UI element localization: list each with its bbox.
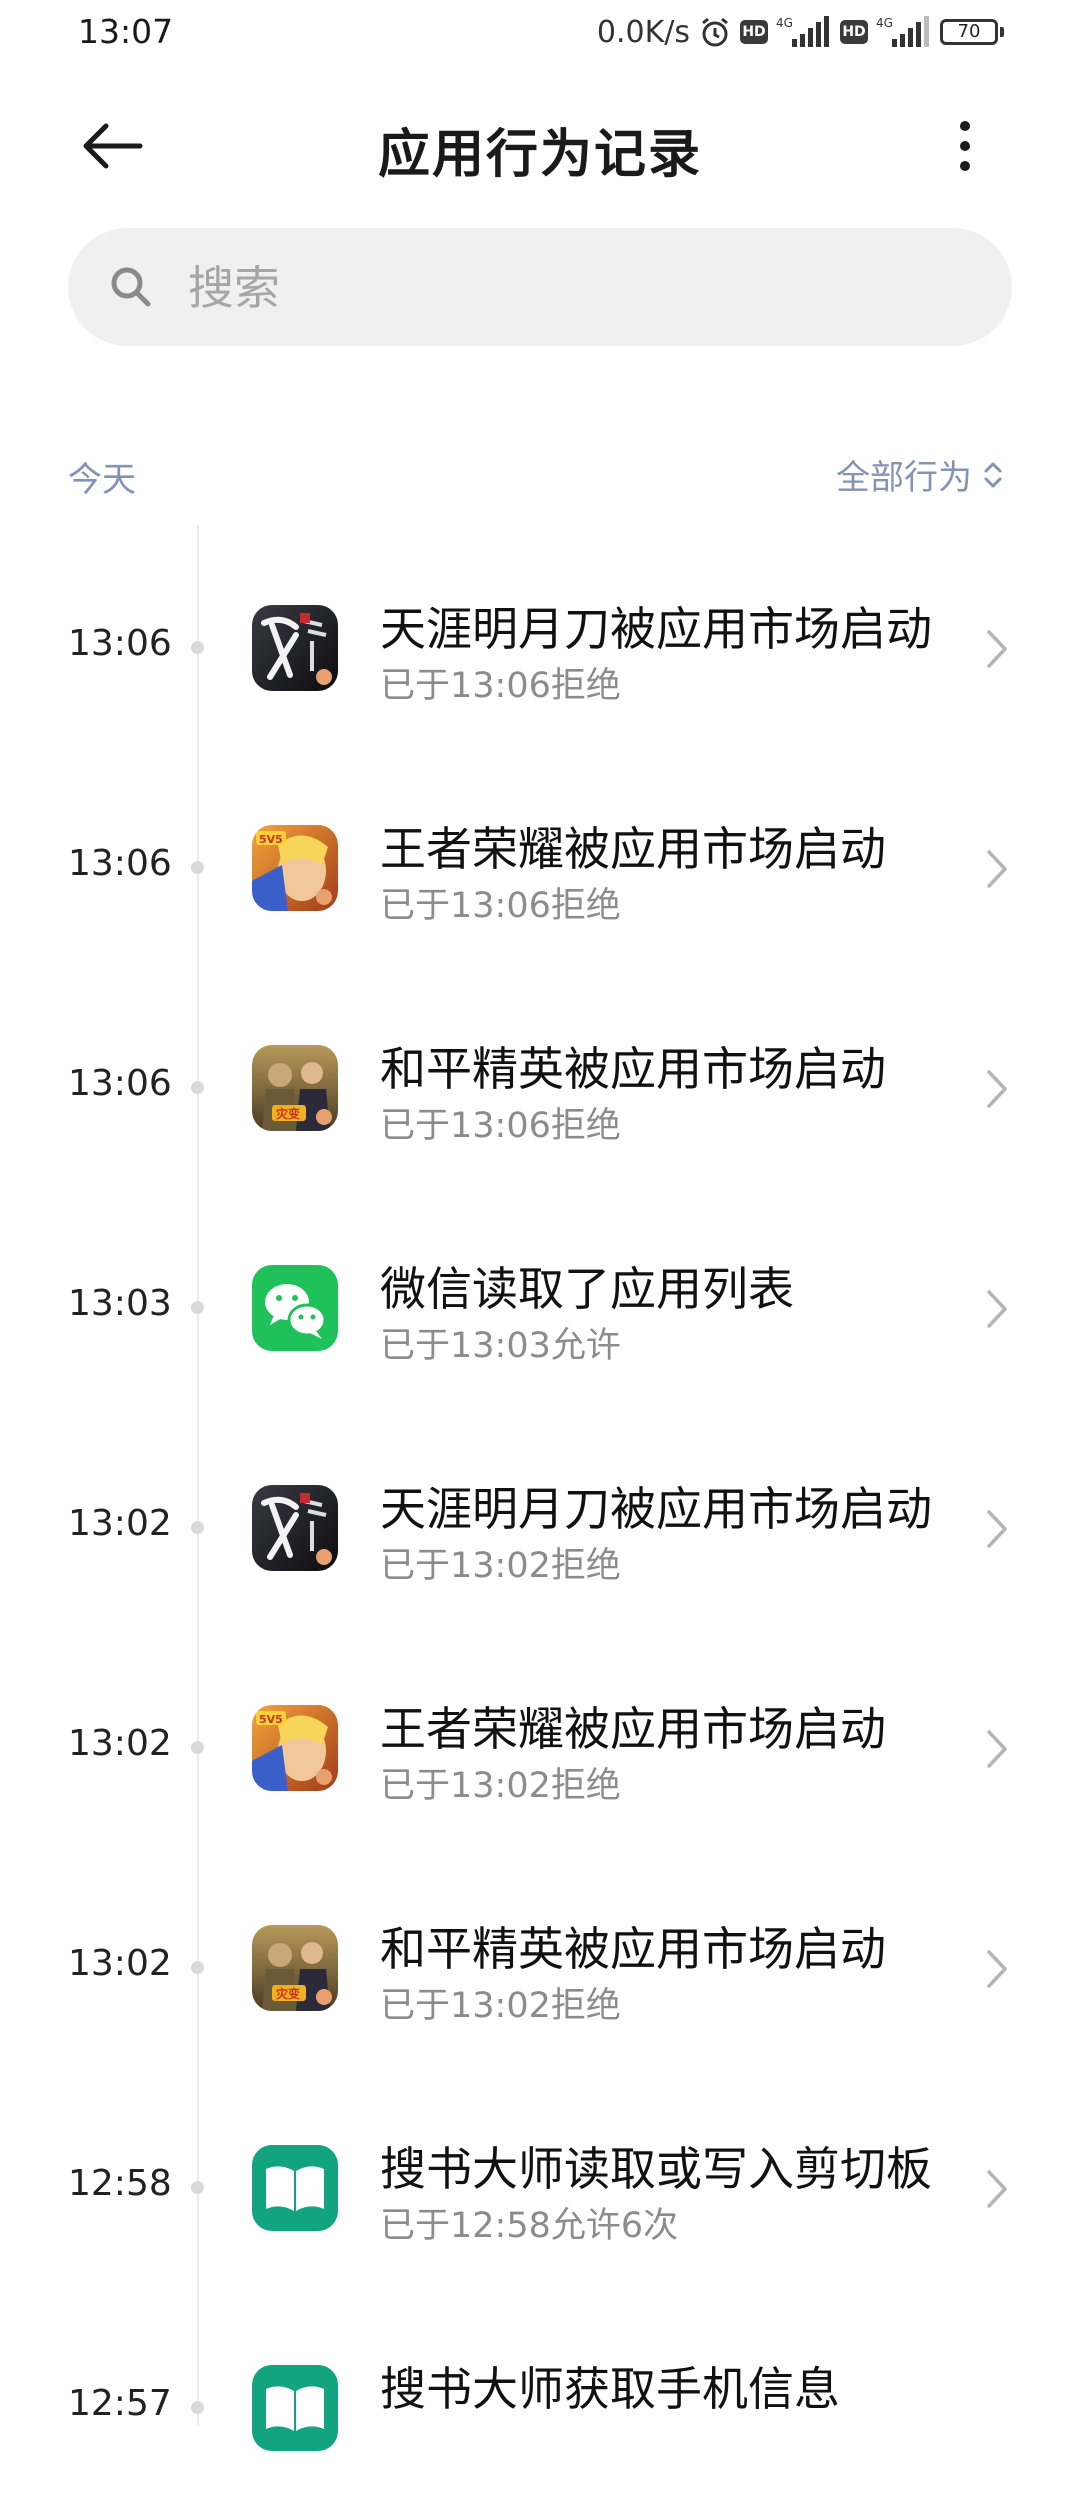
sort-chevron-icon <box>984 462 1002 487</box>
record-time: 13:06 <box>68 1063 172 1104</box>
record-title: 天涯明月刀被应用市场启动 <box>380 1482 932 1536</box>
record-time: 13:02 <box>68 1723 172 1764</box>
timeline-dot <box>191 1081 204 1094</box>
record-time: 13:06 <box>68 623 172 664</box>
chevron-right-icon <box>987 630 1007 668</box>
battery-level: 70 <box>940 19 998 45</box>
signal-2-icon: 4G <box>876 15 932 49</box>
record-item[interactable]: 13:02 5V5 王者荣耀被应用市场启动 已于13:02拒绝 <box>0 1625 1080 1845</box>
chevron-right-icon <box>987 850 1007 888</box>
svg-text:4G: 4G <box>776 16 793 30</box>
status-bar: 13:07 0.0K/s HD 4G HD 4G 70 <box>0 0 1080 66</box>
search-input[interactable] <box>186 250 970 326</box>
record-time: 13:02 <box>68 1503 172 1544</box>
svg-text:5V5: 5V5 <box>259 833 283 846</box>
more-options-button[interactable] <box>945 116 985 176</box>
record-item[interactable]: 12:57 搜书大师获取手机信息 <box>0 2285 1080 2505</box>
record-time: 12:58 <box>68 2163 172 2204</box>
status-time: 13:07 <box>78 12 174 51</box>
app-bar: 应用行为记录 <box>0 90 1080 200</box>
more-vertical-icon <box>960 121 970 171</box>
honor-of-kings-icon: 5V5 <box>252 1705 338 1791</box>
record-title: 搜书大师获取手机信息 <box>380 2362 840 2416</box>
record-time: 13:03 <box>68 1283 172 1324</box>
record-list: 13:06 天涯明月刀被应用市场启动 已于13:06拒绝 13:06 5V5 王… <box>0 525 1080 2505</box>
record-time: 13:02 <box>68 1943 172 1984</box>
soushu-dashi-icon <box>252 2145 338 2231</box>
battery-icon: 70 <box>940 19 1004 45</box>
record-item[interactable]: 13:02 灾变 和平精英被应用市场启动 已于13:02拒绝 <box>0 1845 1080 2065</box>
record-title: 和平精英被应用市场启动 <box>380 1922 886 1976</box>
search-icon <box>111 267 151 307</box>
record-item[interactable]: 13:06 灾变 和平精英被应用市场启动 已于13:06拒绝 <box>0 965 1080 1185</box>
status-indicators: 0.0K/s HD 4G HD 4G 70 <box>597 10 1004 54</box>
svg-text:灾变: 灾变 <box>276 1106 300 1121</box>
chevron-right-icon <box>987 1950 1007 1988</box>
record-status: 已于13:06拒绝 <box>380 1106 621 1146</box>
record-status: 已于13:02拒绝 <box>380 1546 621 1586</box>
timeline-dot <box>191 2401 204 2414</box>
signal-1-icon: 4G <box>776 15 832 49</box>
record-time: 12:57 <box>68 2383 172 2424</box>
honor-of-kings-icon: 5V5 <box>252 825 338 911</box>
peacekeeper-elite-icon: 灾变 <box>252 1925 338 2011</box>
record-title: 天涯明月刀被应用市场启动 <box>380 602 932 656</box>
record-item[interactable]: 13:06 天涯明月刀被应用市场启动 已于13:06拒绝 <box>0 525 1080 745</box>
soushu-dashi-icon <box>252 2365 338 2451</box>
search-box[interactable] <box>68 228 1012 346</box>
chevron-right-icon <box>987 1290 1007 1328</box>
svg-text:4G: 4G <box>876 16 893 30</box>
record-status: 已于13:02拒绝 <box>380 1986 621 2026</box>
behavior-filter-label: 全部行为 <box>836 458 972 498</box>
record-status: 已于13:02拒绝 <box>380 1766 621 1806</box>
record-item[interactable]: 13:03 微信读取了应用列表 已于13:03允许 <box>0 1185 1080 1405</box>
tianya-mingyuedao-icon <box>252 1485 338 1571</box>
svg-text:灾变: 灾变 <box>276 1986 300 2001</box>
record-item[interactable]: 12:58 搜书大师读取或写入剪切板 已于12:58允许6次 <box>0 2065 1080 2285</box>
behavior-filter-button[interactable]: 全部行为 <box>836 450 1004 499</box>
timeline-dot <box>191 1741 204 1754</box>
section-date-label: 今天 <box>68 460 136 500</box>
hd-badge: HD <box>740 20 768 44</box>
record-title: 王者荣耀被应用市场启动 <box>380 822 886 876</box>
timeline-dot <box>191 1521 204 1534</box>
svg-text:5V5: 5V5 <box>259 1713 283 1726</box>
timeline-dot <box>191 1301 204 1314</box>
network-speed: 0.0K/s <box>596 14 690 50</box>
record-title: 搜书大师读取或写入剪切板 <box>380 2142 932 2196</box>
record-title: 微信读取了应用列表 <box>380 1262 794 1316</box>
chevron-right-icon <box>987 1070 1007 1108</box>
page-title: 应用行为记录 <box>377 125 702 185</box>
record-time: 13:06 <box>68 843 172 884</box>
peacekeeper-elite-icon: 灾变 <box>252 1045 338 1131</box>
tianya-mingyuedao-icon <box>252 605 338 691</box>
chevron-right-icon <box>987 1510 1007 1548</box>
record-title: 和平精英被应用市场启动 <box>380 1042 886 1096</box>
record-status: 已于13:06拒绝 <box>380 886 621 926</box>
record-title: 王者荣耀被应用市场启动 <box>380 1702 886 1756</box>
timeline-dot <box>191 1961 204 1974</box>
timeline-dot <box>191 2181 204 2194</box>
timeline-dot <box>191 861 204 874</box>
hd-badge-2: HD <box>840 20 868 44</box>
record-status: 已于12:58允许6次 <box>380 2206 679 2246</box>
timeline-dot <box>191 641 204 654</box>
alarm-icon <box>698 15 732 49</box>
record-item[interactable]: 13:02 天涯明月刀被应用市场启动 已于13:02拒绝 <box>0 1405 1080 1625</box>
record-status: 已于13:06拒绝 <box>380 666 621 706</box>
record-status: 已于13:03允许 <box>380 1326 621 1366</box>
wechat-icon <box>252 1265 338 1351</box>
chevron-right-icon <box>987 2170 1007 2208</box>
chevron-right-icon <box>987 1730 1007 1768</box>
record-item[interactable]: 13:06 5V5 王者荣耀被应用市场启动 已于13:06拒绝 <box>0 745 1080 965</box>
